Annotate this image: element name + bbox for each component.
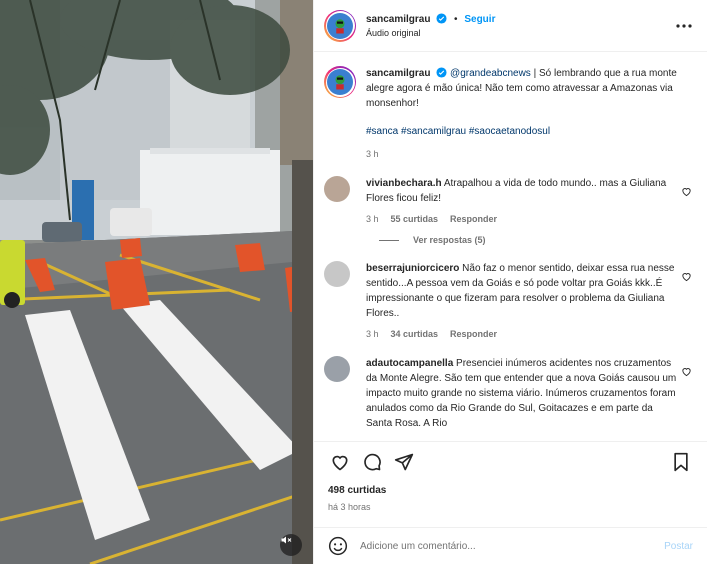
- comment-time[interactable]: 3 h: [366, 212, 379, 227]
- more-options-button[interactable]: [675, 17, 693, 35]
- caption-time[interactable]: 3 h: [366, 147, 379, 162]
- like-button[interactable]: [328, 450, 352, 474]
- comment-likes[interactable]: 55 curtidas: [391, 212, 439, 227]
- hashtag[interactable]: #saocaetanodosul: [469, 126, 550, 137]
- post-dialog: sancamilgrau • Seguir Áudio original san…: [0, 0, 707, 564]
- commenter-avatar[interactable]: [324, 261, 350, 287]
- comment: adautocampanella Presenciei inúmeros aci…: [324, 356, 693, 431]
- add-comment-bar: Postar: [314, 527, 707, 564]
- post-panel: sancamilgrau • Seguir Áudio original san…: [313, 0, 707, 564]
- mute-button[interactable]: [280, 534, 302, 556]
- avatar-mascot-icon: [335, 18, 345, 33]
- heart-icon: [681, 273, 691, 282]
- like-count[interactable]: 498 curtidas: [328, 485, 693, 496]
- heart-icon: [681, 188, 691, 197]
- caption: sancamilgrau @grandeabcnews | Só lembran…: [324, 66, 693, 162]
- reply-button[interactable]: Responder: [450, 212, 497, 227]
- send-icon: [394, 453, 414, 471]
- header-username[interactable]: sancamilgrau: [366, 14, 430, 25]
- comment-icon: [364, 453, 381, 471]
- commenter-avatar[interactable]: [324, 356, 350, 382]
- more-options-icon: [676, 23, 692, 28]
- hashtag[interactable]: #sancamilgrau: [401, 126, 466, 137]
- audio-label[interactable]: Áudio original: [366, 28, 675, 38]
- comment-username[interactable]: beserrajuniorcicero: [366, 263, 459, 274]
- separator: •: [454, 14, 458, 25]
- comments-list[interactable]: sancamilgrau @grandeabcnews | Só lembran…: [314, 52, 707, 441]
- comment-input[interactable]: [360, 540, 665, 552]
- reply-button[interactable]: Responder: [450, 327, 497, 342]
- comment-time[interactable]: 3 h: [366, 327, 379, 342]
- comment: beserrajuniorcicero Não faz o menor sent…: [324, 261, 693, 342]
- caption-username[interactable]: sancamilgrau: [366, 68, 430, 79]
- comment-like-button[interactable]: [679, 261, 693, 282]
- commenter-avatar[interactable]: [324, 176, 350, 202]
- verified-badge-icon: [436, 67, 447, 78]
- avatar[interactable]: [324, 9, 356, 42]
- view-replies-button[interactable]: Ver respostas (5): [379, 235, 693, 245]
- caption-avatar[interactable]: [324, 66, 356, 98]
- comment-username[interactable]: adautocampanella: [366, 358, 453, 369]
- bookmark-icon: [674, 452, 688, 472]
- comment-username[interactable]: vivianbechara.h: [366, 178, 442, 189]
- post-header: sancamilgrau • Seguir Áudio original: [314, 0, 707, 52]
- comment: vivianbechara.h Atrapalhou a vida de tod…: [324, 176, 693, 227]
- hashtag[interactable]: #sanca: [366, 126, 398, 137]
- reel-video[interactable]: [0, 0, 313, 564]
- video-frame: [0, 0, 313, 564]
- emoji-icon[interactable]: [328, 536, 348, 556]
- heart-icon: [681, 368, 691, 377]
- post-comment-button[interactable]: Postar: [664, 541, 693, 552]
- verified-badge-icon: [436, 13, 447, 24]
- comment-button[interactable]: [360, 450, 384, 474]
- muted-speaker-icon: [281, 536, 292, 544]
- caption-mention[interactable]: @grandeabcnews: [450, 68, 531, 79]
- post-time[interactable]: há 3 horas: [328, 502, 693, 512]
- comment-like-button[interactable]: [679, 356, 693, 377]
- comment-like-button[interactable]: [679, 176, 693, 197]
- post-actions: 498 curtidas há 3 horas: [314, 441, 707, 524]
- save-button[interactable]: [669, 450, 693, 474]
- follow-button[interactable]: Seguir: [464, 14, 495, 25]
- replies-divider: [379, 239, 399, 241]
- view-replies-label: Ver respostas (5): [413, 235, 486, 245]
- avatar-mascot-icon: [335, 75, 345, 90]
- comment-likes[interactable]: 34 curtidas: [391, 327, 439, 342]
- heart-icon: [332, 455, 348, 471]
- share-button[interactable]: [392, 450, 416, 474]
